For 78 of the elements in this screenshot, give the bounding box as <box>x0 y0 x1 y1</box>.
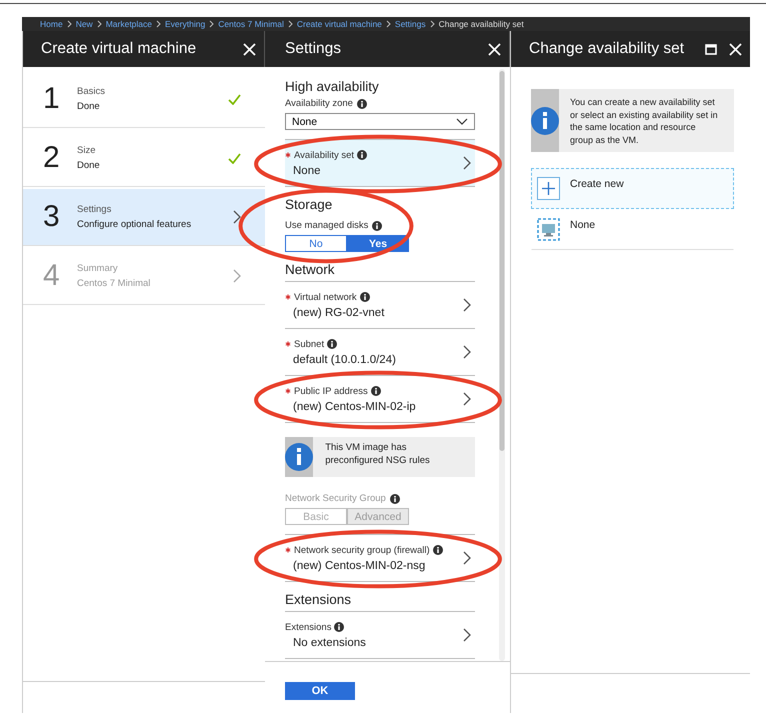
chevron-down-icon <box>456 118 468 125</box>
blade-title: Create virtual machine <box>41 40 196 58</box>
picker-row[interactable]: Extensions No extensions <box>285 611 475 659</box>
blade-title: Settings <box>285 40 342 58</box>
chevron-right-icon <box>463 298 471 312</box>
breadcrumb-link[interactable]: Home <box>40 19 63 29</box>
close-icon[interactable] <box>243 42 256 56</box>
blade-title: Change availability set <box>529 40 684 58</box>
info-icon <box>531 106 559 134</box>
field-label: Network security group (firewall) <box>294 544 430 556</box>
field-label: Availability zone <box>285 98 353 109</box>
step-title: Settings <box>77 204 112 215</box>
chevron-right-icon <box>96 20 102 28</box>
section-heading: Network <box>285 262 475 282</box>
picker-row[interactable]: Subnet default (10.0.1.0/24) <box>285 328 475 376</box>
field-value: None <box>293 164 322 176</box>
step-subtitle: Configure optional features <box>77 219 192 230</box>
chevron-right-icon <box>463 156 471 170</box>
step-title: Summary <box>77 263 119 274</box>
chevron-right-icon <box>156 20 162 28</box>
section-heading: Extensions <box>285 592 475 612</box>
ok-button[interactable]: OK <box>285 682 355 700</box>
chevron-right-icon <box>66 20 72 28</box>
chevron-right-icon <box>463 345 471 359</box>
picker-row[interactable]: Availability set None <box>285 139 475 187</box>
field-value: (new) Centos-MIN-02-ip <box>293 400 417 412</box>
step-subtitle: Done <box>77 160 101 171</box>
step-number: 3 <box>43 200 61 234</box>
step-subtitle: Centos 7 Minimal <box>77 278 152 289</box>
field-value: (new) RG-02-vnet <box>293 306 386 318</box>
breadcrumb-link[interactable]: Everything <box>165 19 206 29</box>
chevron-right-icon <box>430 20 435 28</box>
section-heading: High availability <box>285 79 380 96</box>
field-value: default (10.0.1.0/24) <box>293 354 397 366</box>
breadcrumb-link[interactable]: Marketplace <box>106 19 152 29</box>
list-option[interactable]: None <box>531 209 734 250</box>
field-label: Subnet <box>294 338 324 350</box>
step-number: 4 <box>43 259 61 293</box>
chevron-right-icon <box>463 392 471 406</box>
info-icon <box>285 443 314 471</box>
step-number: 1 <box>43 82 61 116</box>
step-title: Basics <box>77 86 106 97</box>
step-number: 2 <box>43 141 61 175</box>
chevron-right-icon <box>288 20 293 28</box>
chevron-right-icon <box>386 20 391 28</box>
info-text: This VM image has preconfigured NSG rules <box>324 441 431 468</box>
breadcrumb-current: Change availability set <box>438 19 524 29</box>
close-icon[interactable] <box>488 42 501 56</box>
field-label: Public IP address <box>294 386 368 396</box>
list-option[interactable]: Create new <box>531 168 734 209</box>
availability-set-icon <box>537 218 560 241</box>
info-text: You can create a new availability set or select an existing availability set in the same location and resource group as the VM. <box>569 96 719 147</box>
breadcrumb-link[interactable]: Centos 7 Minimal <box>218 19 284 29</box>
breadcrumb-link[interactable]: Create virtual machine <box>296 19 382 29</box>
section-heading: Storage <box>285 197 334 214</box>
field-value: (new) Centos-MIN-02-nsg <box>293 560 426 572</box>
wizard-step[interactable]: 3 Settings Configure optional features <box>23 189 265 246</box>
dropdown-field[interactable]: None <box>285 113 475 130</box>
field-value: No extensions <box>293 636 367 648</box>
toggle-option[interactable]: No <box>285 235 347 252</box>
plus-icon <box>537 177 560 200</box>
field-label: Extensions <box>285 622 332 632</box>
chevron-right-icon <box>233 210 241 224</box>
chevron-right-icon <box>233 269 241 283</box>
picker-row[interactable]: Virtual network (new) RG-02-vnet <box>285 281 475 329</box>
field-label: Network Security Group <box>285 493 386 504</box>
field-label: Use managed disks <box>285 220 368 231</box>
field-label: Virtual network <box>294 292 357 302</box>
breadcrumb-link[interactable]: New <box>76 19 93 29</box>
step-title: Size <box>77 145 96 156</box>
close-icon[interactable] <box>729 42 742 56</box>
chevron-right-icon <box>463 551 471 565</box>
field-label: Availability set <box>294 150 354 160</box>
breadcrumb-link[interactable]: Settings <box>394 19 426 29</box>
maximize-icon[interactable] <box>705 44 717 54</box>
step-subtitle: Done <box>77 101 101 112</box>
chevron-right-icon <box>209 20 214 28</box>
chevron-right-icon <box>463 628 471 642</box>
